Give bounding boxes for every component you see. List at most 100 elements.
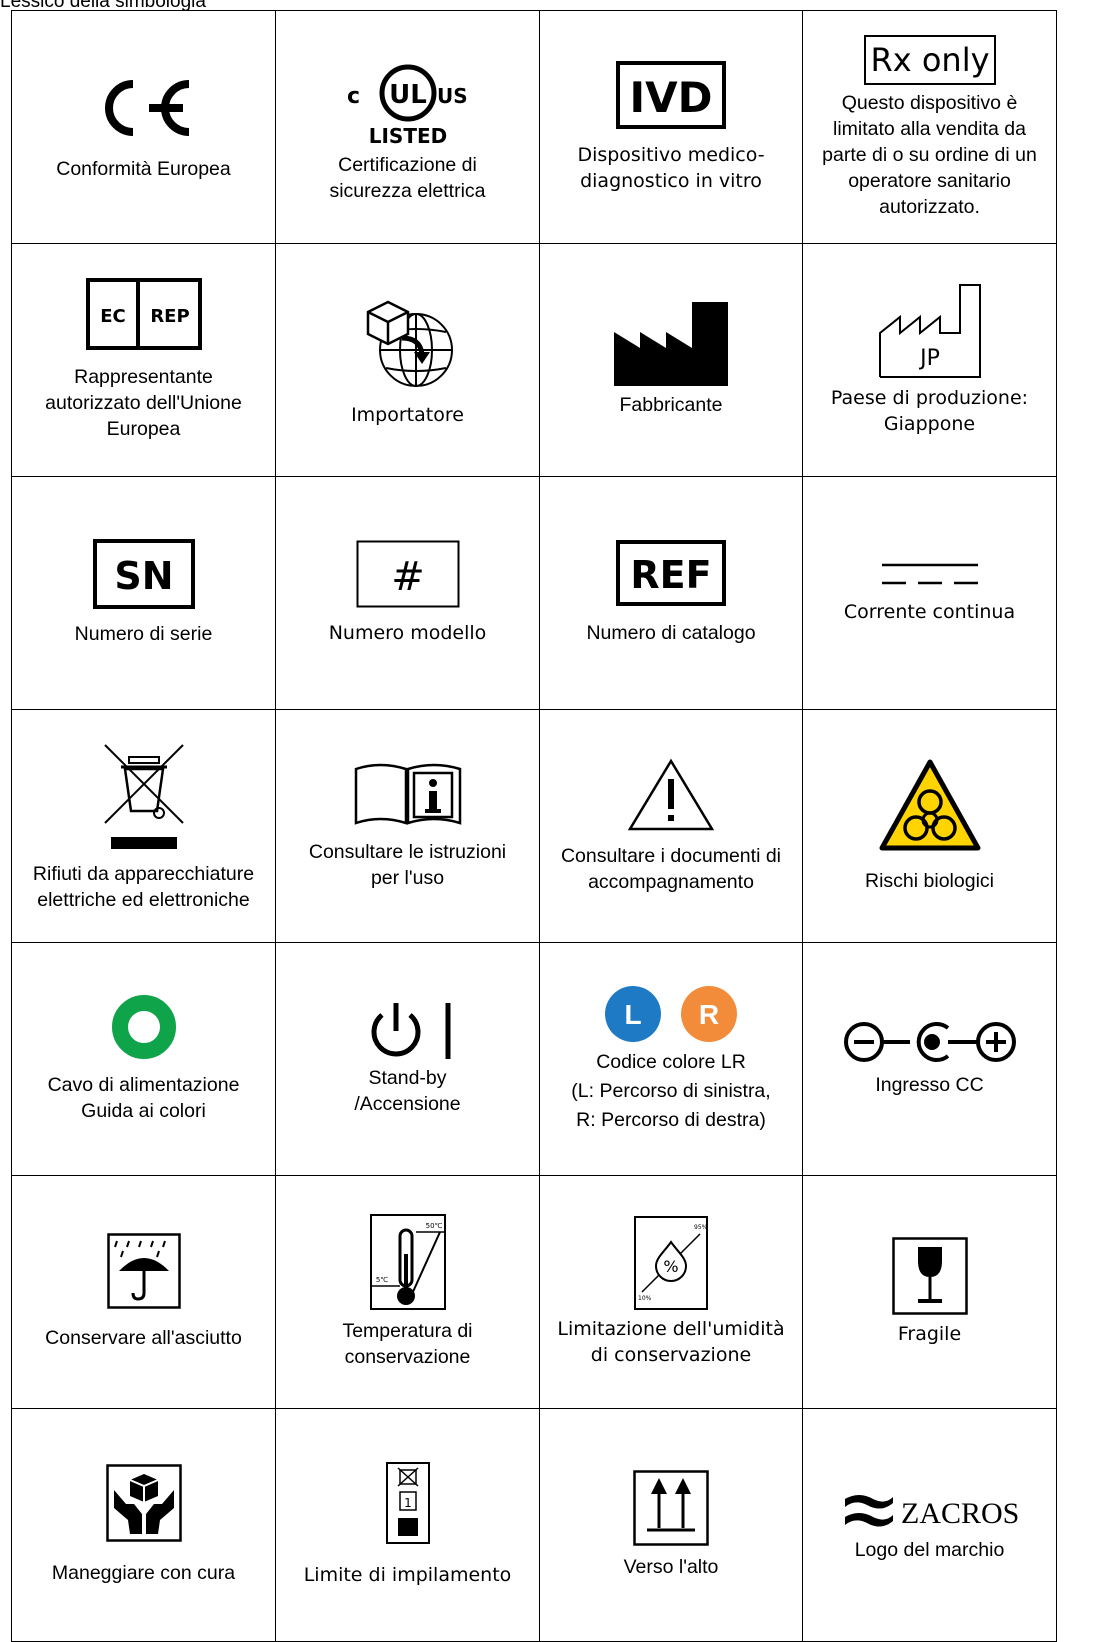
cell-importer: Importatore	[275, 243, 540, 477]
svg-text:US: US	[437, 84, 468, 108]
svg-text:c: c	[347, 84, 360, 109]
humidity-limit-icon: 95% 10% %	[634, 1216, 708, 1310]
symbol-label: Questo dispositivo è limitato alla vendit…	[822, 90, 1037, 220]
svg-text:JP: JP	[918, 346, 940, 371]
svg-text:R: R	[699, 999, 719, 1030]
symbol-label-line: Corrente continua	[843, 601, 1016, 623]
lr-color-dots-icon: L R	[605, 985, 737, 1042]
catalogue-number-icon: REF	[616, 540, 726, 606]
svg-text:LISTED: LISTED	[368, 124, 447, 146]
cell-biohazard: Rischi biologici	[802, 709, 1057, 943]
symbol-label: Limitazione dell'umidità di conservazione	[557, 1316, 784, 1368]
green-ring-icon	[111, 995, 176, 1059]
stacking-limit-icon: 1	[385, 1462, 430, 1544]
cell-ec-rep: EC REP Rappresentante autorizzato dell'Un…	[11, 243, 276, 477]
cell-manufacturer: Fabbricante	[539, 243, 803, 477]
symbol-label: Conservare all'asciutto	[45, 1325, 242, 1351]
symbol-label-line: Limitazione dell'umidità	[557, 1318, 785, 1340]
symbol-label-line: Giappone	[883, 413, 976, 435]
symbol-label-line: Rifiuti da apparecchiature	[32, 863, 255, 885]
cell-country-of-manufacture: JP Paese di produzione: Giappone	[802, 243, 1057, 477]
symbol-label: Numero di serie	[75, 621, 213, 647]
symbol-label: Maneggiare con cura	[52, 1560, 235, 1586]
symbol-label: Codice colore LR (L: Percorso di sinistra…	[571, 1048, 770, 1135]
symbol-label-line: Limite di impilamento	[303, 1564, 512, 1586]
symbol-label-line: Certificazione di	[338, 153, 477, 176]
symbol-label: Importatore	[351, 402, 464, 428]
cell-instructions-for-use: Consultare le istruzioni per l'uso	[275, 709, 540, 943]
symbol-label: Consultare le istruzioni per l'uso	[309, 839, 506, 891]
cell-catalogue-number: REF Numero di catalogo	[539, 476, 803, 710]
svg-text:UL: UL	[389, 80, 427, 110]
model-number-icon: #	[356, 540, 459, 608]
symbol-label-line: Questo dispositivo è	[841, 92, 1018, 114]
ivd-icon: IVD	[616, 61, 726, 129]
this-way-up-arrows-icon	[633, 1470, 709, 1546]
cell-ivd: IVD Dispositivo medico-diagnostico in vi…	[539, 10, 803, 244]
cell-direct-current: Corrente continua	[802, 476, 1057, 710]
symbol-label-line: diagnostico in vitro	[580, 170, 762, 192]
symbol-label-line: Maneggiare con cura	[51, 1562, 236, 1584]
symbol-label-line: Logo del marchio	[854, 1539, 1005, 1561]
svg-text:#: #	[391, 554, 425, 600]
keep-dry-umbrella-icon	[106, 1233, 181, 1309]
standby-power-icon	[371, 1003, 450, 1059]
symbol-label-line: Guida ai colori	[81, 1100, 206, 1122]
symbol-label-line: accompagnamento	[588, 871, 754, 893]
symbol-label-line: Numero di catalogo	[586, 622, 756, 644]
cell-ce: Conformità Europea	[11, 10, 276, 244]
symbol-label-line: Temperatura di	[342, 1320, 473, 1342]
cell-power-cable: Cavo di alimentazione Guida ai colori	[11, 942, 276, 1176]
symbol-label: Numero modello	[329, 620, 487, 646]
symbol-label-line: parte di o su ordine di un	[822, 144, 1037, 166]
svg-text:1: 1	[404, 1496, 412, 1510]
symbol-label: Paese di produzione: Giappone	[831, 385, 1028, 437]
symbol-label-line: autorizzato dell'Unione	[45, 392, 242, 414]
symbol-label-line: Paese di produzione:	[830, 387, 1029, 409]
manufacturer-icon	[614, 302, 728, 386]
symbol-label-line: (L: Percorso di sinistra,	[571, 1079, 771, 1102]
symbol-label-line: Consultare i documenti di	[560, 845, 782, 867]
cell-dc-input: Ingresso CC	[802, 942, 1057, 1176]
symbol-label: Verso l'alto	[624, 1554, 719, 1580]
cell-ul: c UL US LISTED Certificazione di sicurezz…	[275, 10, 540, 244]
symbol-label: Stand-by/Accensione	[354, 1065, 460, 1117]
symbol-glossary-table: Conformità Europea c UL US LISTED Certif…	[11, 10, 1057, 1642]
cell-model-number: # Numero modello	[275, 476, 540, 710]
symbol-label: Temperatura di conservazione	[342, 1318, 472, 1370]
symbol-label-line: Stand-by	[368, 1067, 447, 1089]
symbol-label: Fabbricante	[620, 392, 723, 418]
symbol-label-line: per l'uso	[370, 867, 445, 889]
cell-weee: Rifiuti da apparecchiature elettriche ed …	[11, 709, 276, 943]
svg-text:%: %	[663, 1257, 678, 1276]
zacros-logo-icon: ZACROS	[844, 1495, 1019, 1530]
svg-text:Rx only: Rx only	[870, 41, 989, 79]
cell-storage-temperature: 50℃ 5℃ Temperatura di conservazione	[275, 1175, 540, 1409]
symbol-label-line: operatore sanitario	[848, 170, 1011, 192]
svg-text:REP: REP	[150, 306, 189, 327]
rx-only-icon: Rx only	[863, 35, 996, 85]
symbol-label: Dispositivo medico-diagnostico in vitro	[577, 142, 764, 194]
symbol-label-line: Conservare all'asciutto	[45, 1327, 242, 1349]
symbol-label: Limite di impilamento	[304, 1562, 512, 1588]
cell-standby: Stand-by/Accensione	[275, 942, 540, 1176]
symbol-label: Cavo di alimentazione Guida ai colori	[48, 1072, 240, 1124]
cell-humidity-limit: 95% 10% % Limitazione dell'umidità di con…	[539, 1175, 803, 1409]
symbol-label-line: di conservazione	[590, 1344, 752, 1366]
cell-brand-logo: ZACROS Logo del marchio	[802, 1408, 1057, 1642]
symbol-label-line: Verso l'alto	[623, 1556, 719, 1578]
svg-text:EC: EC	[100, 306, 126, 327]
symbol-label-line: Conformità Europea	[56, 158, 231, 180]
symbol-label: Rischi biologici	[865, 868, 994, 894]
symbol-label-line: Dispositivo medico-	[577, 144, 765, 166]
temperature-limit-icon: 50℃ 5℃	[369, 1214, 446, 1310]
svg-text:5℃: 5℃	[375, 1276, 387, 1284]
svg-text:IVD: IVD	[630, 73, 713, 122]
svg-text:ZACROS: ZACROS	[901, 1497, 1019, 1530]
symbol-label: Ingresso CC	[875, 1072, 983, 1098]
dc-input-polarity-icon	[843, 1022, 1016, 1062]
svg-text:REF: REF	[630, 553, 711, 597]
symbol-label-line: Importatore	[351, 404, 464, 426]
cell-fragile: Fragile	[802, 1175, 1057, 1409]
symbol-label: Fragile	[898, 1321, 961, 1347]
